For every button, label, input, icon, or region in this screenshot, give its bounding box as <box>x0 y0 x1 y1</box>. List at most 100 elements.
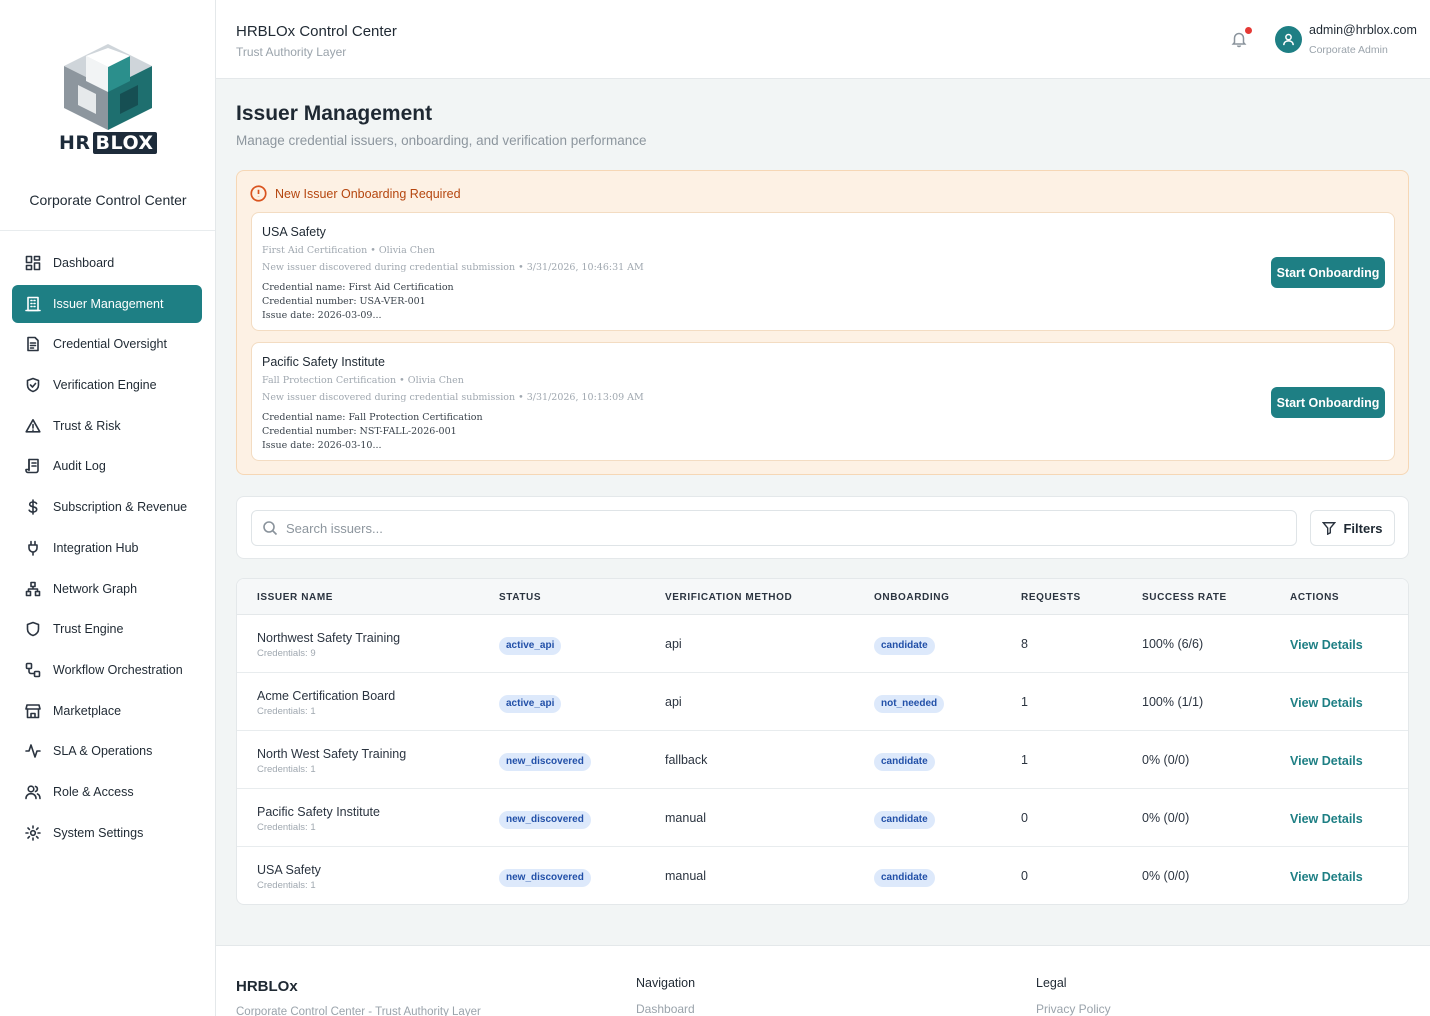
filters-label: Filters <box>1343 520 1383 536</box>
table-row[interactable]: Pacific Safety Institute Credentials: 1 … <box>237 789 1408 847</box>
table-row[interactable]: USA Safety Credentials: 1 new_discovered… <box>237 847 1408 904</box>
sidebar-item-system-settings[interactable]: System Settings <box>12 814 202 852</box>
column-header[interactable]: STATUS <box>499 592 541 603</box>
issuer-credentials: Credentials: 1 <box>257 706 316 717</box>
column-header[interactable]: REQUESTS <box>1021 592 1081 603</box>
credential-name: Credential name: Fall Protection Certifi… <box>262 412 483 423</box>
view-details-link[interactable]: View Details <box>1290 754 1363 768</box>
table-row[interactable]: Northwest Safety Training Credentials: 9… <box>237 615 1408 673</box>
onboarding-badge: candidate <box>874 811 935 829</box>
sidebar-item-role-access[interactable]: Role & Access <box>12 773 202 811</box>
sidebar-item-label: Issuer Management <box>53 296 164 311</box>
plug-icon <box>25 540 41 556</box>
view-details-link[interactable]: View Details <box>1290 696 1363 710</box>
search-box[interactable] <box>251 510 1297 546</box>
filter-icon <box>1322 522 1337 535</box>
start-onboarding-button[interactable]: Start Onboarding <box>1271 257 1385 288</box>
issuer-credentials: Credentials: 9 <box>257 648 316 659</box>
sidebar-item-label: Subscription & Revenue <box>53 500 188 515</box>
column-header[interactable]: VERIFICATION METHOD <box>665 592 792 603</box>
view-details-link[interactable]: View Details <box>1290 638 1363 652</box>
sidebar-item-network-graph[interactable]: Network Graph <box>12 570 202 608</box>
sidebar-item-sla-operations[interactable]: SLA & Operations <box>12 732 202 770</box>
onboarding-badge: not_needed <box>874 695 945 713</box>
app-title: HRBLOx Control Center <box>236 23 397 40</box>
sidebar-item-issuer-management[interactable]: Issuer Management <box>12 284 202 323</box>
building-icon <box>25 296 41 312</box>
logo-wordmark: HR BLOX <box>59 132 157 154</box>
shield-icon <box>25 621 41 637</box>
table-row[interactable]: North West Safety Training Credentials: … <box>237 731 1408 789</box>
verification-method: manual <box>665 811 706 825</box>
status-badge: new_discovered <box>499 753 591 771</box>
success-rate: 0% (0/0) <box>1142 869 1190 883</box>
issuer-name: Acme Certification Board <box>257 689 396 703</box>
sidebar-item-label: Trust Engine <box>53 622 124 637</box>
requests-count: 1 <box>1021 753 1028 767</box>
sidebar: HR BLOX Corporate Control Center Dashboar… <box>0 0 216 1016</box>
sidebar-item-trust-engine[interactable]: Trust Engine <box>12 610 202 648</box>
search-input[interactable] <box>286 520 1266 536</box>
issue-date: Issue date: 2026-03-10... <box>262 440 382 451</box>
sidebar-item-credential-oversight[interactable]: Credential Oversight <box>12 325 202 363</box>
hrblox-logo[interactable]: HR BLOX <box>48 40 168 158</box>
footer-dashboard-link[interactable]: Dashboard <box>636 1002 695 1016</box>
grid-icon <box>25 255 41 271</box>
sidebar-item-trust-risk[interactable]: Trust & Risk <box>12 407 202 445</box>
onboarding-badge: candidate <box>874 637 935 655</box>
sidebar-item-audit-log[interactable]: Audit Log <box>12 447 202 485</box>
user-email[interactable]: admin@hrblox.com <box>1309 23 1417 37</box>
sidebar-item-label: Trust & Risk <box>53 418 121 433</box>
alert-circle-icon <box>250 185 267 202</box>
app-subtitle: Trust Authority Layer <box>236 45 347 59</box>
onboarding-badge: candidate <box>874 869 935 887</box>
sidebar-item-workflow-orchestration[interactable]: Workflow Orchestration <box>12 651 202 689</box>
issuers-table: ISSUER NAME STATUS VERIFICATION METHOD O… <box>236 578 1409 905</box>
verification-method: fallback <box>665 753 708 767</box>
success-rate: 0% (0/0) <box>1142 753 1190 767</box>
onboarding-badge: candidate <box>874 753 935 771</box>
sidebar-item-label: System Settings <box>53 825 144 840</box>
sidebar-item-subscription-revenue[interactable]: Subscription & Revenue <box>12 488 202 526</box>
issuer-name: Pacific Safety Institute <box>257 805 380 819</box>
activity-icon <box>25 743 41 759</box>
sidebar-item-label: Network Graph <box>53 581 138 596</box>
footer-privacy-link[interactable]: Privacy Policy <box>1036 1002 1111 1016</box>
success-rate: 100% (6/6) <box>1142 637 1204 651</box>
footer: HRBLOx Corporate Control Center - Trust … <box>216 945 1430 1016</box>
network-icon <box>25 581 41 597</box>
sidebar-item-integration-hub[interactable]: Integration Hub <box>12 529 202 567</box>
view-details-link[interactable]: View Details <box>1290 870 1363 884</box>
status-badge: active_api <box>499 695 562 713</box>
alert-heading-text: New Issuer Onboarding Required <box>275 186 461 201</box>
pending-issuer-name: Pacific Safety Institute <box>262 355 385 369</box>
sidebar-item-dashboard[interactable]: Dashboard <box>12 244 202 282</box>
sidebar-item-marketplace[interactable]: Marketplace <box>12 692 202 730</box>
filters-button[interactable]: Filters <box>1310 510 1395 546</box>
sidebar-subtitle: Corporate Control Center <box>29 192 187 208</box>
view-details-link[interactable]: View Details <box>1290 812 1363 826</box>
users-icon <box>25 784 41 800</box>
avatar[interactable] <box>1275 26 1302 53</box>
issuer-name: Northwest Safety Training <box>257 631 401 645</box>
logo-cube-icon <box>64 44 152 130</box>
notification-dot <box>1245 27 1252 34</box>
sidebar-item-verification-engine[interactable]: Verification Engine <box>12 366 202 404</box>
table-row[interactable]: Acme Certification Board Credentials: 1 … <box>237 673 1408 731</box>
requests-count: 0 <box>1021 811 1028 825</box>
column-header[interactable]: SUCCESS RATE <box>1142 592 1227 603</box>
sidebar-item-label: Integration Hub <box>53 540 139 555</box>
start-onboarding-button[interactable]: Start Onboarding <box>1271 387 1385 418</box>
column-header[interactable]: ONBOARDING <box>874 592 949 603</box>
verification-method: api <box>665 695 682 709</box>
sidebar-item-label: Dashboard <box>53 256 115 270</box>
pending-issuer-card: Pacific Safety Institute Fall Protection… <box>251 342 1395 461</box>
column-header[interactable]: ISSUER NAME <box>257 592 333 603</box>
sidebar-item-label: Credential Oversight <box>53 337 167 352</box>
pending-issuer-name: USA Safety <box>262 225 326 239</box>
footer-tagline: Corporate Control Center - Trust Authori… <box>236 1006 481 1016</box>
search-icon <box>263 521 278 536</box>
page-subtitle: Manage credential issuers, onboarding, a… <box>236 133 647 148</box>
gear-icon <box>25 824 41 841</box>
verification-method: manual <box>665 869 706 883</box>
